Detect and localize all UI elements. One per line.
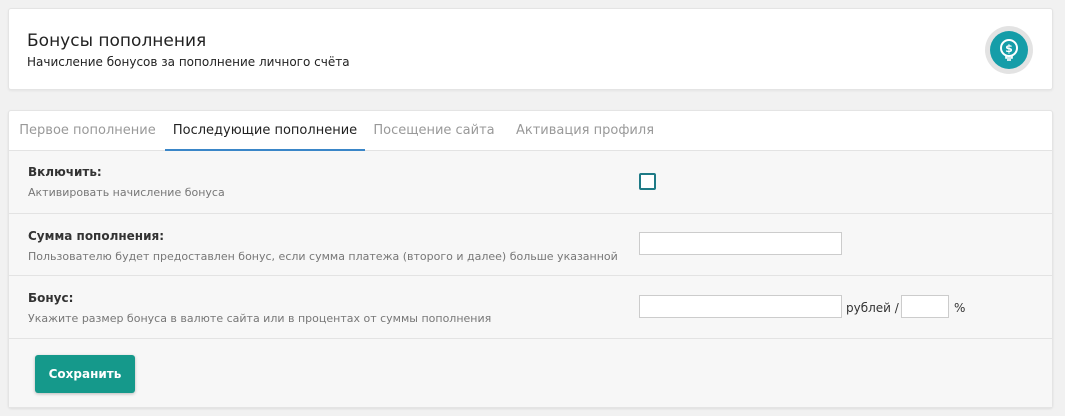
enable-checkbox[interactable] <box>639 173 656 190</box>
enable-description: Активировать начисление бонуса <box>28 186 225 199</box>
save-button[interactable]: Сохранить <box>35 355 135 393</box>
amount-description: Пользователю будет предоставлен бонус, е… <box>28 250 618 263</box>
bonus-percent-input[interactable] <box>901 295 949 318</box>
percent-unit-label: % <box>954 301 966 315</box>
tab-profile-activation[interactable]: Активация профиля <box>503 111 667 151</box>
bonus-row: Бонус: Укажите размер бонуса в валюте са… <box>9 276 1052 339</box>
form-footer: Сохранить <box>9 339 1052 407</box>
enable-row: Включить: Активировать начисление бонуса <box>9 151 1052 214</box>
amount-input[interactable] <box>639 232 842 255</box>
bonus-description: Укажите размер бонуса в валюте сайта или… <box>28 312 492 325</box>
bonus-rub-input[interactable] <box>639 295 842 318</box>
amount-label: Сумма пополнения: <box>28 229 165 243</box>
tab-bar: Первое пополнение Последующие пополнение… <box>9 111 1052 151</box>
amount-row: Сумма пополнения: Пользователю будет пре… <box>9 214 1052 276</box>
tab-subsequent-topup[interactable]: Последующие пополнение <box>165 111 365 151</box>
rub-unit-label: рублей / <box>846 301 899 315</box>
tab-first-topup[interactable]: Первое пополнение <box>9 111 166 151</box>
page-subtitle: Начисление бонусов за пополнение личного… <box>27 55 350 69</box>
dollar-bulb-icon: $ <box>985 26 1033 74</box>
header-card: Бонусы пополнения Начисление бонусов за … <box>8 8 1053 90</box>
settings-card: Первое пополнение Последующие пополнение… <box>8 110 1053 408</box>
tab-site-visit[interactable]: Посещение сайта <box>365 111 503 151</box>
enable-label: Включить: <box>28 165 102 179</box>
page-title: Бонусы пополнения <box>27 31 207 51</box>
svg-text:$: $ <box>1005 42 1013 55</box>
bonus-label: Бонус: <box>28 291 74 305</box>
